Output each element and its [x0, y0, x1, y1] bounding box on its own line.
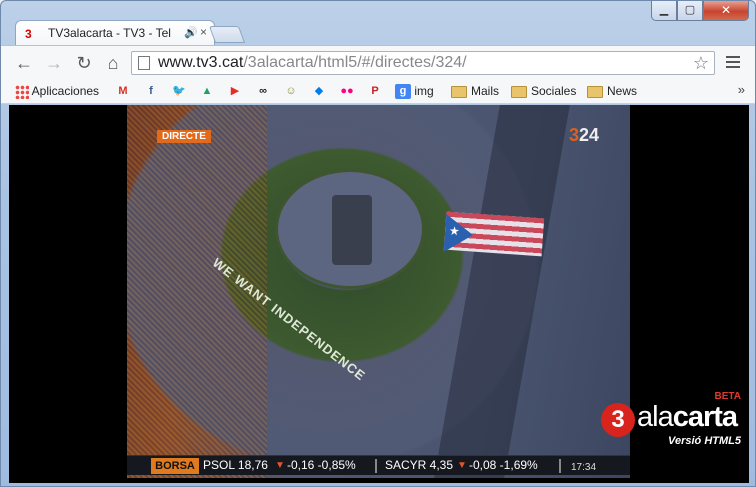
- stock-ticker: BORSA PSOL 18,76 ▼ -0,16 -0,85% SACYR 4,…: [127, 455, 630, 475]
- bookmark-twitter[interactable]: 🐦: [171, 83, 187, 100]
- bookmark-flickr[interactable]: ●●: [339, 83, 355, 100]
- bookmark-dropbox[interactable]: ◆: [311, 83, 327, 100]
- tab-strip: 3 TV3alacarta - TV3 - Tel 🔊 × ▁ ▢ ✕: [1, 1, 755, 46]
- folder-icon: [587, 85, 603, 98]
- live-badge: DIRECTE: [157, 130, 211, 143]
- tv3-logo-icon: 3: [601, 403, 635, 437]
- bookmark-youtube[interactable]: ▶: [227, 83, 243, 100]
- pinterest-icon: P: [371, 85, 379, 98]
- url-path: /3alacarta/html5/#/directes/324/: [243, 54, 467, 71]
- down-arrow-icon: ▼: [275, 460, 285, 471]
- bookmark-folder-news[interactable]: News: [587, 83, 637, 100]
- version-label: Versió HTML5: [668, 435, 741, 447]
- apps-grid-icon: [15, 84, 29, 99]
- maximize-button[interactable]: ▢: [677, 1, 703, 21]
- tab-title: TV3alacarta - TV3 - Tel: [48, 26, 171, 40]
- page-content: ★ WE WANT INDEPENDENCE DIRECTE 324 BORSA…: [9, 105, 749, 483]
- gmail-icon: M: [118, 85, 128, 98]
- address-bar[interactable]: www.tv3.cat/3alacarta/html5/#/directes/3…: [131, 51, 715, 75]
- alacarta-name: alacarta: [637, 401, 738, 433]
- monument: [332, 195, 372, 265]
- infinity-icon: ∞: [259, 85, 267, 98]
- bookmarks-bar: Aplicaciones Mf 🐦 ▲ ▶ ∞ ☺ ◆ ●● P g img Mails Soc…: [1, 79, 755, 104]
- browser-window: 3 TV3alacarta - TV3 - Tel 🔊 × ▁ ▢ ✕ ← → …: [0, 0, 756, 487]
- ticker-label: BORSA: [151, 458, 199, 474]
- drive-icon: ▲: [201, 85, 213, 98]
- flag-star-icon: ★: [448, 223, 461, 239]
- new-tab-button[interactable]: [208, 26, 246, 43]
- url-text[interactable]: www.tv3.cat/3alacarta/html5/#/directes/3…: [158, 54, 467, 72]
- google-img-icon: g: [395, 84, 411, 100]
- road-area: [434, 105, 570, 478]
- dropbox-icon: ◆: [314, 85, 324, 98]
- bookmark-apps[interactable]: Aplicaciones: [15, 83, 99, 100]
- browser-toolbar: ← → ↻ ⌂ www.tv3.cat/3alacarta/html5/#/di…: [1, 45, 755, 79]
- down-arrow-icon: ▼: [457, 460, 467, 471]
- bookmark-star-icon[interactable]: ☆: [693, 53, 709, 74]
- ticker-separator: [375, 459, 377, 473]
- ticker-item: -0,08 -1,69%: [469, 458, 538, 472]
- folder-icon: [511, 85, 527, 98]
- channel-324-logo: 324: [569, 125, 600, 145]
- ticker-item: PSOL 18,76: [203, 458, 268, 472]
- bookmark-gmail[interactable]: M: [115, 83, 131, 100]
- bookmark-img[interactable]: g img: [395, 83, 434, 100]
- bookmark-infinity[interactable]: ∞: [255, 83, 271, 100]
- bookmark-pinterest[interactable]: P: [367, 83, 383, 100]
- more-bookmarks-chevron-icon[interactable]: »: [738, 82, 745, 97]
- close-window-button[interactable]: ✕: [703, 1, 749, 21]
- twitter-icon: 🐦: [172, 85, 186, 98]
- alacarta-brand: BETA 3 alacarta Versió HTML5: [601, 391, 741, 451]
- tab-tv3alacarta[interactable]: 3 TV3alacarta - TV3 - Tel 🔊 ×: [15, 20, 215, 46]
- ticker-item: -0,16 -0,85%: [287, 458, 356, 472]
- bookmark-folder-sociales[interactable]: Sociales: [511, 83, 576, 100]
- flickr-icon: ●●: [340, 85, 354, 98]
- smiley-icon: ☺: [285, 85, 297, 98]
- youtube-icon: ▶: [230, 85, 240, 98]
- bookmark-drive[interactable]: ▲: [199, 83, 215, 100]
- folder-icon: [451, 85, 467, 98]
- ticker-separator: [559, 459, 561, 473]
- tab-close-icon[interactable]: ×: [200, 25, 207, 39]
- page-icon: [138, 56, 150, 70]
- speaker-icon[interactable]: 🔊: [184, 26, 198, 39]
- url-host: www.tv3.cat: [158, 54, 244, 71]
- bookmark-folder-mails[interactable]: Mails: [451, 83, 499, 100]
- chrome-menu-button[interactable]: [723, 53, 743, 73]
- facebook-icon: f: [149, 85, 153, 98]
- bookmark-facebook[interactable]: f: [143, 83, 159, 100]
- forward-button[interactable]: →: [43, 53, 65, 73]
- reload-button[interactable]: ↻: [73, 53, 95, 73]
- ticker-clock: 17:34: [571, 462, 597, 473]
- minimize-button[interactable]: ▁: [651, 1, 677, 21]
- bookmark-smiley[interactable]: ☺: [283, 83, 299, 100]
- ticker-item: SACYR 4,35: [385, 458, 454, 472]
- home-button[interactable]: ⌂: [102, 53, 124, 73]
- live-video-player[interactable]: ★ WE WANT INDEPENDENCE DIRECTE 324 BORSA…: [127, 105, 630, 478]
- tv3-favicon-icon: 3: [25, 27, 32, 41]
- back-button[interactable]: ←: [13, 53, 35, 73]
